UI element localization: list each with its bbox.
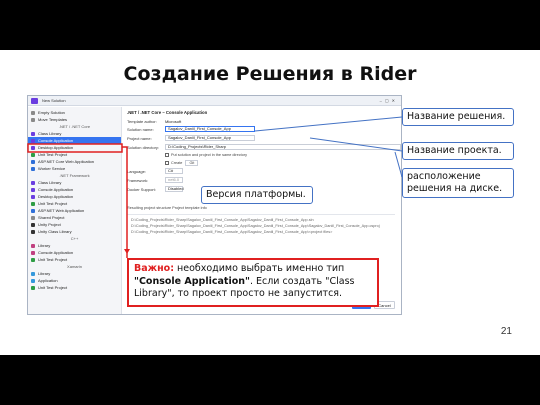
warning-console-app: "Console Application" (134, 275, 250, 287)
warning-arrowhead (124, 249, 130, 254)
warning-box: Важно: необходимо выбрать именно тип "Co… (127, 258, 379, 307)
project-connector (309, 137, 403, 152)
warning-text-1: необходимо выбрать именно тип (174, 263, 345, 274)
warning-prefix: Важно: (134, 263, 174, 274)
selected-template-highlight (27, 143, 123, 153)
solution-connector (254, 116, 403, 132)
callout-platform: Версия платформы. (201, 186, 313, 204)
callout-solution-name: Название решения. (402, 108, 514, 126)
callout-project-name: Название проекта. (402, 142, 514, 160)
slide: Создание Решения в Rider New Solution –▢… (0, 50, 540, 355)
page-number: 21 (500, 326, 512, 337)
callout-location: расположение решения на диске. (402, 168, 514, 198)
location-connector (394, 151, 403, 178)
warning-arrow-line (122, 146, 128, 258)
